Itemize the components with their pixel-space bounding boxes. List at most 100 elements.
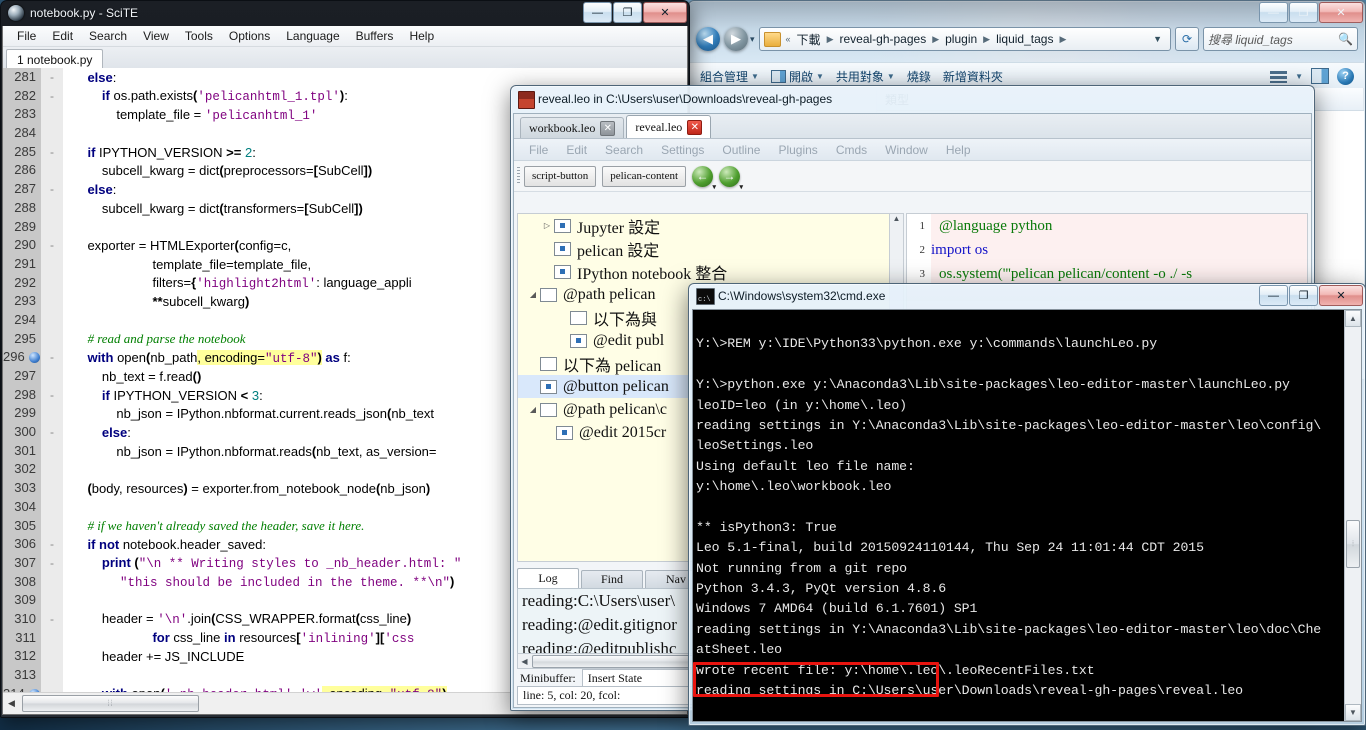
menu-options[interactable]: Options — [221, 27, 278, 45]
fold-marker[interactable] — [41, 572, 63, 592]
fold-marker[interactable] — [41, 404, 63, 424]
preview-pane-icon[interactable] — [1311, 68, 1329, 84]
recent-pages-chevron-icon[interactable]: ▾ — [750, 34, 755, 45]
menu-edit[interactable]: Edit — [44, 27, 81, 45]
scrollbar-thumb[interactable]: ⦙⦙ — [22, 695, 199, 712]
fold-marker[interactable]: - — [41, 684, 63, 692]
help-icon[interactable]: ? — [1337, 67, 1354, 85]
breadcrumb-overflow-icon[interactable]: « — [784, 34, 793, 44]
leo-toolbar[interactable]: script-button pelican-content ← ▾ → ▾ — [514, 161, 1311, 192]
body-line[interactable]: 2 import os — [907, 238, 1307, 262]
maximize-button[interactable]: ❐ — [613, 2, 642, 23]
address-dropdown-icon[interactable]: ▼ — [1149, 34, 1166, 44]
tab-reveal-leo[interactable]: reveal.leo ✕ — [626, 115, 712, 138]
breadcrumb-2[interactable]: plugin — [944, 32, 978, 46]
menu-settings[interactable]: Settings — [652, 141, 713, 159]
node-icon[interactable] — [570, 310, 587, 325]
menu-search[interactable]: Search — [81, 27, 135, 45]
search-input[interactable]: 搜尋 liquid_tags — [1208, 31, 1338, 48]
tab-find[interactable]: Find — [581, 570, 643, 588]
menu-language[interactable]: Language — [278, 27, 347, 45]
minimize-button[interactable]: — — [583, 2, 612, 23]
expand-arrow-icon[interactable]: ◢ — [526, 405, 540, 414]
node-icon[interactable] — [540, 379, 557, 394]
fold-marker[interactable] — [41, 591, 63, 610]
menu-outline[interactable]: Outline — [713, 141, 769, 159]
refresh-button[interactable]: ⟳ — [1175, 27, 1199, 51]
fold-marker[interactable] — [41, 217, 63, 237]
explorer-window-controls[interactable]: — ❐ ✕ — [1259, 2, 1363, 23]
tab-workbook-leo[interactable]: workbook.leo ✕ — [520, 117, 625, 138]
body-line[interactable]: 1 @language python — [907, 214, 1307, 238]
close-icon[interactable]: ✕ — [600, 120, 616, 136]
explorer-nav-row[interactable]: ◀ ▶ ▾ « 下載 ▶ reveal-gh-pages ▶ plugin ▶ … — [696, 26, 1358, 52]
menu-file[interactable]: File — [520, 141, 557, 159]
go-forward-icon[interactable]: → ▾ — [719, 165, 743, 191]
menu-help[interactable]: Help — [937, 141, 980, 159]
fold-marker[interactable]: - — [41, 236, 63, 255]
code-line[interactable]: 281- else: — [3, 68, 687, 87]
menu-file[interactable]: File — [9, 27, 44, 45]
fold-marker[interactable]: - — [41, 385, 63, 405]
close-button[interactable]: ✕ — [643, 2, 687, 23]
cmd-window-controls[interactable]: — ❐ ✕ — [1259, 285, 1363, 306]
minimize-button[interactable]: — — [1259, 285, 1288, 306]
fold-marker[interactable]: - — [41, 553, 63, 573]
outline-node[interactable]: IPython notebook 整合 — [518, 260, 903, 283]
burn-button[interactable]: 燒錄 — [907, 68, 931, 85]
breadcrumb-3[interactable]: liquid_tags — [995, 32, 1054, 46]
fold-marker[interactable] — [41, 460, 63, 480]
close-icon[interactable]: ✕ — [687, 119, 703, 135]
view-dropdown-icon[interactable]: ▼ — [1295, 72, 1303, 81]
open-menu[interactable]: 開啟 ▼ — [770, 68, 824, 85]
fold-marker[interactable] — [41, 666, 63, 685]
maximize-button[interactable]: ❐ — [1289, 285, 1318, 306]
fold-marker[interactable] — [41, 441, 63, 461]
leo-menubar[interactable]: File Edit Search Settings Outline Plugin… — [514, 139, 1311, 161]
breadcrumb-1[interactable]: reveal-gh-pages — [838, 32, 927, 46]
node-icon[interactable] — [554, 241, 571, 256]
menu-window[interactable]: Window — [876, 141, 937, 159]
fold-marker[interactable] — [41, 628, 63, 648]
fold-marker[interactable] — [41, 310, 63, 330]
menu-search[interactable]: Search — [596, 141, 652, 159]
fold-marker[interactable]: - — [41, 535, 63, 554]
scrollbar-thumb[interactable]: ⦙ — [1346, 520, 1360, 568]
scite-titlebar[interactable]: notebook.py - SciTE — ❐ ✕ — [0, 0, 690, 26]
fold-marker[interactable] — [41, 367, 63, 386]
fold-marker[interactable]: - — [41, 609, 63, 629]
node-icon[interactable] — [570, 333, 587, 348]
minimize-button[interactable]: — — [1259, 2, 1288, 23]
pelican-content-button[interactable]: pelican-content — [602, 165, 687, 187]
menu-cmds[interactable]: Cmds — [827, 141, 876, 159]
fold-marker[interactable] — [41, 329, 63, 349]
share-menu[interactable]: 共用對象 ▼ — [836, 68, 895, 85]
scite-window-controls[interactable]: — ❐ ✕ — [583, 2, 687, 23]
scroll-up-icon[interactable]: ▲ — [1345, 310, 1361, 327]
cmd-window[interactable]: C:\Windows\system32\cmd.exe — ❐ ✕ Y:\>RE… — [688, 283, 1366, 726]
forward-icon[interactable]: ▶ — [724, 27, 748, 51]
fold-marker[interactable] — [41, 479, 63, 498]
view-layout-icon[interactable] — [1270, 69, 1288, 83]
maximize-button[interactable]: ❐ — [1289, 2, 1318, 23]
breadcrumb-0[interactable]: 下載 — [796, 31, 822, 48]
menu-view[interactable]: View — [135, 27, 177, 45]
fold-marker[interactable]: - — [41, 423, 63, 442]
search-box[interactable]: 搜尋 liquid_tags 🔍 — [1203, 27, 1358, 51]
fold-marker[interactable]: - — [41, 68, 63, 87]
menu-tools[interactable]: Tools — [177, 27, 221, 45]
menu-edit[interactable]: Edit — [557, 141, 596, 159]
cmd-titlebar[interactable]: C:\Windows\system32\cmd.exe — ❐ ✕ — [688, 283, 1366, 309]
leo-file-tabs[interactable]: workbook.leo ✕ reveal.leo ✕ — [514, 114, 1311, 139]
back-icon[interactable]: ◀ — [696, 27, 720, 51]
outline-node[interactable]: pelican 設定 — [518, 237, 903, 260]
leo-titlebar[interactable]: reveal.leo in C:\Users\user\Downloads\re… — [510, 85, 1315, 113]
scroll-left-icon[interactable]: ◀ — [518, 657, 531, 666]
fold-marker[interactable] — [41, 273, 63, 293]
go-back-icon[interactable]: ← ▾ — [692, 165, 716, 191]
outline-node[interactable]: ▷ Jupyter 設定 — [518, 214, 903, 237]
tab-log[interactable]: Log — [517, 568, 579, 588]
fold-marker[interactable] — [41, 516, 63, 536]
node-icon[interactable] — [540, 402, 557, 417]
menu-plugins[interactable]: Plugins — [769, 141, 826, 159]
